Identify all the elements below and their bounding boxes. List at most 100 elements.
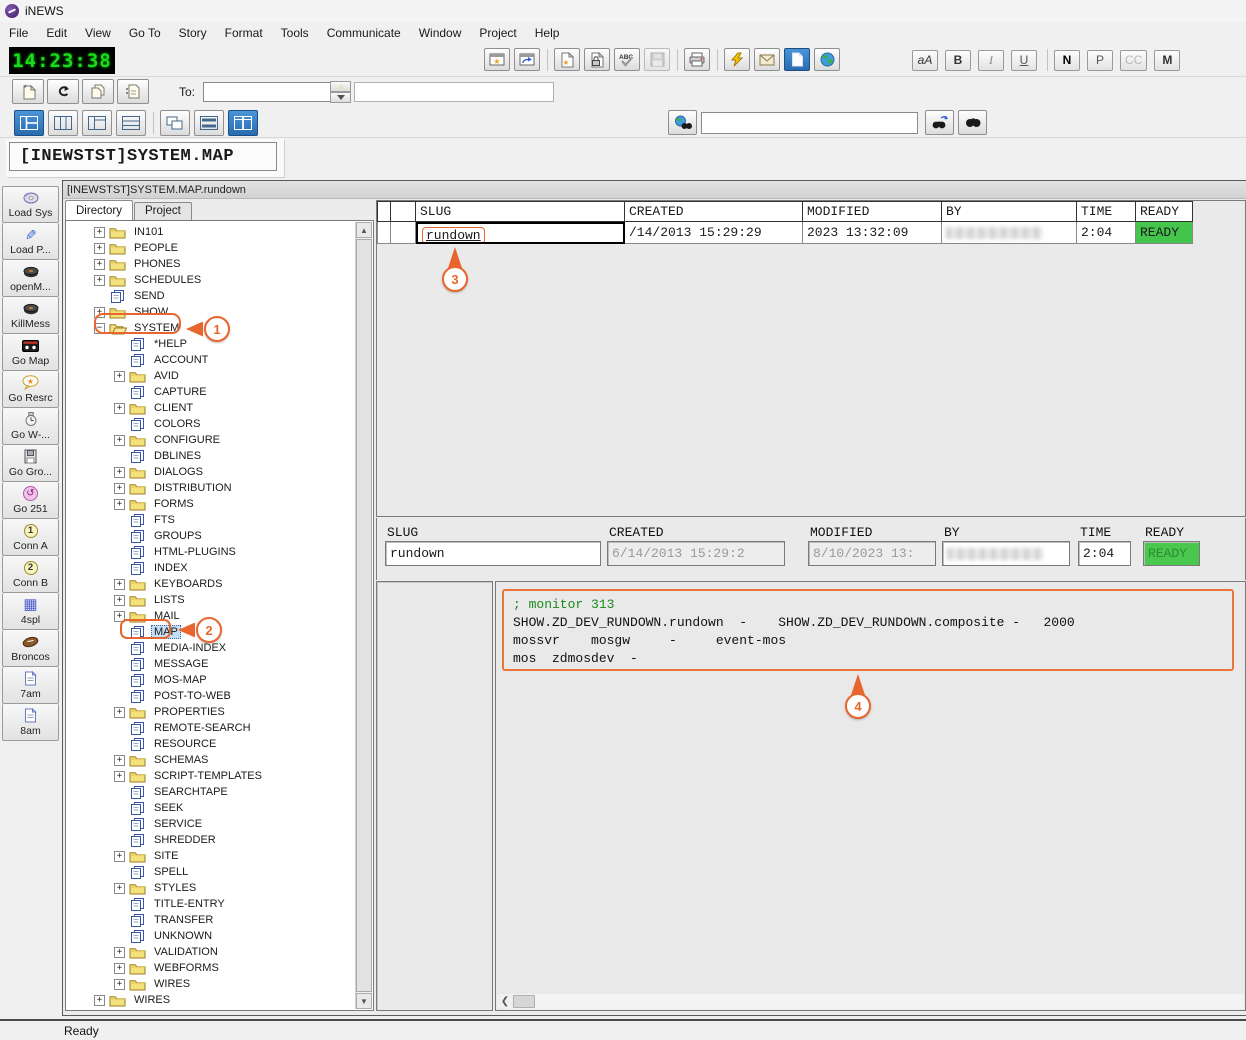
tree-item-wires[interactable]: +WIRES [66,976,373,992]
tree-item-schemas[interactable]: +SCHEMAS [66,752,373,768]
expand-plus-icon[interactable]: + [114,435,125,446]
ready-cell[interactable]: READY [1136,222,1193,244]
format-u-button[interactable]: U [1011,50,1037,71]
sidebar-button-conna[interactable]: 1Conn A [2,519,59,556]
tree-item-mos-map[interactable]: MOS-MAP [66,672,373,688]
expand-plus-icon[interactable]: + [114,851,125,862]
menu-go-to[interactable]: Go To [120,23,170,43]
tree-item-wires[interactable]: +WIRES [66,992,373,1008]
copy-story-button[interactable] [82,79,114,104]
menu-tools[interactable]: Tools [272,23,318,43]
to-spinner[interactable] [330,81,351,103]
tree-item-shredder[interactable]: SHREDDER [66,832,373,848]
layout-columns-button[interactable] [48,110,78,136]
layout-split-button[interactable] [82,110,112,136]
tree-item-title-entry[interactable]: TITLE-ENTRY [66,896,373,912]
document-star-button[interactable]: ★ [554,48,580,71]
spinner-up-icon[interactable] [330,81,351,92]
document-lock-button[interactable] [584,48,610,71]
window-arrow-button[interactable] [514,48,540,71]
tree-item-post-to-web[interactable]: POST-TO-WEB [66,688,373,704]
tree-item-people[interactable]: +PEOPLE [66,240,373,256]
find-button[interactable] [958,110,987,135]
sidebar-button-gow[interactable]: Go W-... [2,408,59,445]
workspace-title[interactable]: [INEWSTST]SYSTEM.MAP.rundown [63,181,1246,199]
tree-item--help[interactable]: *HELP [66,336,373,352]
tree-item-script-templates[interactable]: +SCRIPT-TEMPLATES [66,768,373,784]
expand-plus-icon[interactable]: + [94,227,105,238]
tree-item-dblines[interactable]: DBLINES [66,448,373,464]
format-m-button[interactable]: M [1154,50,1180,71]
expand-plus-icon[interactable]: + [114,403,125,414]
destination-input[interactable] [354,82,554,102]
expand-plus-icon[interactable]: + [114,499,125,510]
tree-item-webforms[interactable]: +WEBFORMS [66,960,373,976]
story-editor-panel[interactable]: ; monitor 313SHOW.ZD_DEV_RUNDOWN.rundown… [495,581,1246,1011]
format-cc-button[interactable]: CC [1120,50,1147,71]
row-select-cell[interactable] [377,222,391,244]
sidebar-button-8am[interactable]: 8am [2,704,59,741]
created-cell[interactable]: /14/2013 15:29:29 [625,222,803,244]
by-cell[interactable] [942,222,1077,244]
column-header-created[interactable]: CREATED [625,201,803,222]
sidebar-button-4spl[interactable]: ▦4spl [2,593,59,630]
tree-item-index[interactable]: INDEX [66,560,373,576]
tab-directory[interactable]: Directory [65,200,133,220]
tree-item-forms[interactable]: +FORMS [66,496,373,512]
sidebar-button-go251[interactable]: ↺Go 251 [2,482,59,519]
blue-document-button[interactable] [784,48,810,71]
menu-story[interactable]: Story [170,23,216,43]
tree-item-account[interactable]: ACCOUNT [66,352,373,368]
menu-edit[interactable]: Edit [37,23,76,43]
format-b-button[interactable]: B [945,50,971,71]
menu-format[interactable]: Format [216,23,272,43]
search-input[interactable] [701,112,918,134]
tree-item-html-plugins[interactable]: HTML-PLUGINS [66,544,373,560]
expand-plus-icon[interactable]: + [114,771,125,782]
format-i-button[interactable]: I [978,50,1004,71]
collapse-minus-icon[interactable]: − [94,323,105,334]
paste-story-button[interactable] [117,79,149,104]
sidebar-button-loadp[interactable]: ✎Load P... [2,223,59,260]
tree-item-message[interactable]: MESSAGE [66,656,373,672]
find-next-button[interactable] [925,110,954,135]
expand-plus-icon[interactable]: + [114,883,125,894]
editor-hscrollbar-thumb[interactable] [513,995,535,1008]
print-button[interactable] [684,48,710,71]
layout-hsplit-button[interactable] [194,110,224,136]
search-scope-button[interactable] [668,110,697,135]
expand-plus-icon[interactable]: + [94,275,105,286]
tree-item-service[interactable]: SERVICE [66,816,373,832]
tree-item-fts[interactable]: FTS [66,512,373,528]
menu-view[interactable]: View [76,23,120,43]
tree-item-in101[interactable]: +IN101 [66,224,373,240]
layout-vsplit-button[interactable] [228,110,258,136]
editor-hscrollbar[interactable]: ❮ [497,994,1244,1009]
lightning-button[interactable] [724,48,750,71]
tree-item-avid[interactable]: +AVID [66,368,373,384]
tree-item-colors[interactable]: COLORS [66,416,373,432]
tree-item-spell[interactable]: SPELL [66,864,373,880]
tree-item-remote-search[interactable]: REMOTE-SEARCH [66,720,373,736]
to-input[interactable] [203,82,331,102]
sidebar-button-killmess[interactable]: KillMess [2,297,59,334]
expand-plus-icon[interactable]: + [114,963,125,974]
tree-item-resource[interactable]: RESOURCE [66,736,373,752]
tree-item-capture[interactable]: CAPTURE [66,384,373,400]
tree-item-client[interactable]: +CLIENT [66,400,373,416]
tree-item-seek[interactable]: SEEK [66,800,373,816]
format-aa-button[interactable]: aA [912,50,938,71]
expand-plus-icon[interactable]: + [114,755,125,766]
menu-project[interactable]: Project [470,23,525,43]
format-p-button[interactable]: P [1087,50,1113,71]
menu-file[interactable]: File [0,23,37,43]
menu-help[interactable]: Help [526,23,569,43]
tree-item-distribution[interactable]: +DISTRIBUTION [66,480,373,496]
modified-cell[interactable]: 2023 13:32:09 [803,222,942,244]
sidebar-button-goresrc[interactable]: ★Go Resrc [2,371,59,408]
column-header-slug[interactable]: SLUG [416,201,625,222]
menu-window[interactable]: Window [410,23,471,43]
column-header-blank[interactable] [391,201,416,222]
layout-cascade-button[interactable] [160,110,190,136]
tree-item-show[interactable]: +SHOW [66,304,373,320]
